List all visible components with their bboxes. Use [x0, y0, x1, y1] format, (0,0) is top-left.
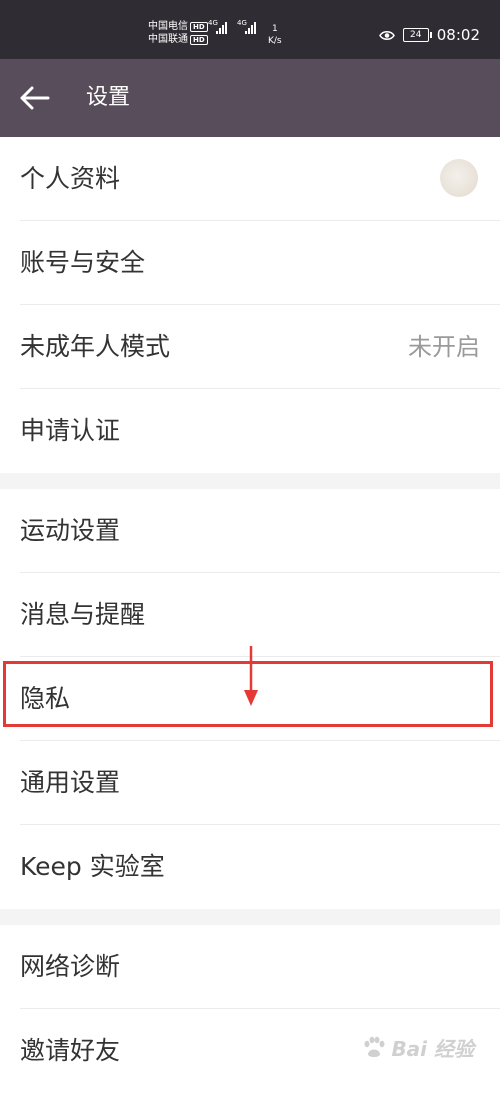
- item-label: 消息与提醒: [20, 600, 146, 629]
- settings-item-general[interactable]: 通用设置: [0, 741, 500, 825]
- eye-icon: [378, 30, 395, 40]
- item-label: Keep 实验室: [20, 852, 165, 881]
- page-title: 设置: [86, 85, 131, 110]
- item-label: 账号与安全: [20, 248, 146, 277]
- settings-item-invite-friends[interactable]: 邀请好友: [0, 1009, 500, 1093]
- settings-item-privacy[interactable]: 隐私: [0, 657, 500, 741]
- back-arrow-icon: [20, 86, 50, 110]
- app-header: 设置: [0, 59, 500, 137]
- signal-icon: 4G: [237, 19, 256, 34]
- settings-item-account-security[interactable]: 账号与安全: [0, 221, 500, 305]
- network-speed: 1 K/s: [268, 23, 282, 47]
- item-label: 隐私: [20, 684, 71, 713]
- network-type: 4G: [208, 19, 218, 27]
- section-divider: [0, 473, 500, 489]
- hd-badge: HD: [190, 21, 208, 32]
- avatar: [440, 159, 478, 197]
- settings-item-notifications[interactable]: 消息与提醒: [0, 573, 500, 657]
- settings-item-minor-mode[interactable]: 未成年人模式 未开启: [0, 305, 500, 389]
- item-label: 通用设置: [20, 768, 121, 797]
- signal-icon: 4G: [208, 19, 227, 34]
- settings-item-verification[interactable]: 申请认证: [0, 389, 500, 473]
- item-label: 邀请好友: [20, 1036, 121, 1065]
- settings-item-profile[interactable]: 个人资料: [0, 137, 500, 221]
- item-label: 未成年人模式: [20, 332, 171, 361]
- settings-list: 个人资料 账号与安全 未成年人模式 未开启 申请认证 运动设置 消息与提醒 隐私…: [0, 137, 500, 1093]
- settings-item-keep-lab[interactable]: Keep 实验室: [0, 825, 500, 909]
- item-label: 申请认证: [20, 416, 121, 445]
- item-label: 个人资料: [20, 164, 121, 193]
- speed-unit: K/s: [268, 36, 282, 46]
- item-label: 网络诊断: [20, 952, 121, 981]
- battery-icon: 24: [402, 28, 432, 42]
- settings-item-sport[interactable]: 运动设置: [0, 489, 500, 573]
- item-value: 未开启: [408, 333, 480, 361]
- clock: 08:02: [436, 26, 480, 44]
- carrier-1: 中国电信: [148, 21, 188, 32]
- status-bar: 中国电信 HD 中国联通 HD 4G 4G 1 K/s 24 08:02: [0, 0, 500, 59]
- carrier-2: 中国联通: [148, 34, 188, 45]
- back-button[interactable]: [18, 83, 52, 113]
- carrier-info: 中国电信 HD 中国联通 HD: [148, 20, 208, 46]
- section-divider: [0, 909, 500, 925]
- speed-value: 1: [271, 24, 278, 34]
- item-label: 运动设置: [20, 516, 121, 545]
- settings-item-network-diagnosis[interactable]: 网络诊断: [0, 925, 500, 1009]
- network-type: 4G: [237, 19, 247, 27]
- hd-badge: HD: [190, 34, 208, 45]
